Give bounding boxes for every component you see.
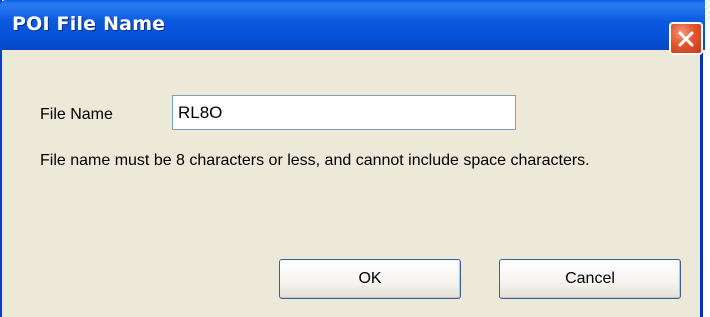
cancel-button[interactable]: Cancel: [499, 259, 681, 299]
close-icon: [678, 31, 694, 46]
dialog-title: POI File Name: [12, 13, 166, 35]
dialog-content: File Name File name must be 8 characters…: [2, 50, 700, 317]
file-name-label: File Name: [40, 106, 113, 123]
dialog-window: POI File Name File Name File name must b…: [0, 0, 705, 317]
title-bar[interactable]: POI File Name: [0, 0, 705, 50]
close-button[interactable]: [669, 22, 703, 55]
help-text: File name must be 8 characters or less, …: [40, 152, 590, 169]
file-name-input[interactable]: [172, 95, 516, 130]
ok-button[interactable]: OK: [279, 259, 461, 299]
